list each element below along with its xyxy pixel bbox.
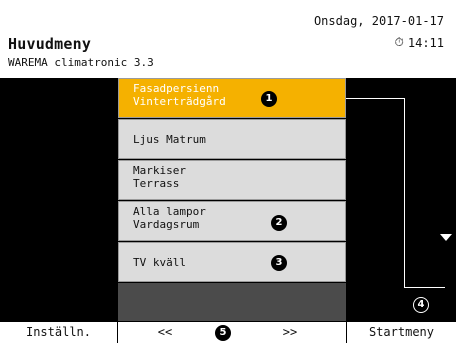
scroll-down-arrow-icon[interactable]: [440, 234, 452, 241]
footer-bar: Inställn. << 5 >> Startmeny: [0, 321, 456, 343]
menu-item-markiser[interactable]: Markiser Terrass: [118, 160, 346, 200]
menu-item-line2: Vardagsrum: [133, 218, 200, 231]
callout-badge: 3: [271, 255, 287, 271]
page-title: Huvudmeny: [8, 35, 92, 53]
page-subtitle: WAREMA climatronic 3.3: [8, 56, 154, 69]
next-page-button[interactable]: >>: [265, 322, 315, 343]
menu-item-line1: Alla lampor: [133, 205, 206, 218]
menu-item-fasadpersienn[interactable]: Fasadpersienn Vinterträdgård 1: [118, 78, 346, 118]
callout-badge: 1: [261, 91, 277, 107]
header: Huvudmeny WAREMA climatronic 3.3 Onsdag,…: [0, 0, 456, 78]
callout-badge-scroll: 4: [413, 297, 429, 313]
menu-item-line2: Vinterträdgård: [133, 95, 226, 108]
time-value: 14:11: [407, 35, 444, 50]
callout-badge: 2: [271, 215, 287, 231]
menu-item-empty: [118, 283, 346, 321]
menu-item-tv-kvall[interactable]: TV kväll 3: [118, 242, 346, 282]
footer-divider: [117, 322, 118, 343]
settings-button[interactable]: Inställn.: [0, 322, 117, 343]
menu-item-alla-lampor[interactable]: Alla lampor Vardagsrum 2: [118, 201, 346, 241]
clock-icon: ⏱: [394, 35, 404, 49]
menu-area: Fasadpersienn Vinterträdgård 1 Ljus Matr…: [0, 78, 456, 321]
time-display: ⏱ 14:11: [395, 35, 445, 50]
menu-item-line1: Markiser: [133, 164, 186, 177]
main-menu-screen: Huvudmeny WAREMA climatronic 3.3 Onsdag,…: [0, 0, 456, 343]
start-menu-button[interactable]: Startmeny: [347, 322, 456, 343]
callout-badge-page: 5: [215, 325, 231, 341]
menu-item-ljus-matrum[interactable]: Ljus Matrum: [118, 119, 346, 159]
menu-item-line1: Fasadpersienn: [133, 82, 220, 95]
connector-line-vertical: [404, 98, 405, 288]
connector-line-horizontal: [346, 98, 405, 99]
menu-item-line1: TV kväll: [133, 256, 186, 269]
prev-page-button[interactable]: <<: [140, 322, 190, 343]
menu-item-line1: Ljus Matrum: [133, 133, 206, 146]
connector-line-bottom: [404, 287, 445, 288]
date-display: Onsdag, 2017-01-17: [313, 14, 444, 28]
menu-item-line2: Terrass: [133, 177, 180, 190]
